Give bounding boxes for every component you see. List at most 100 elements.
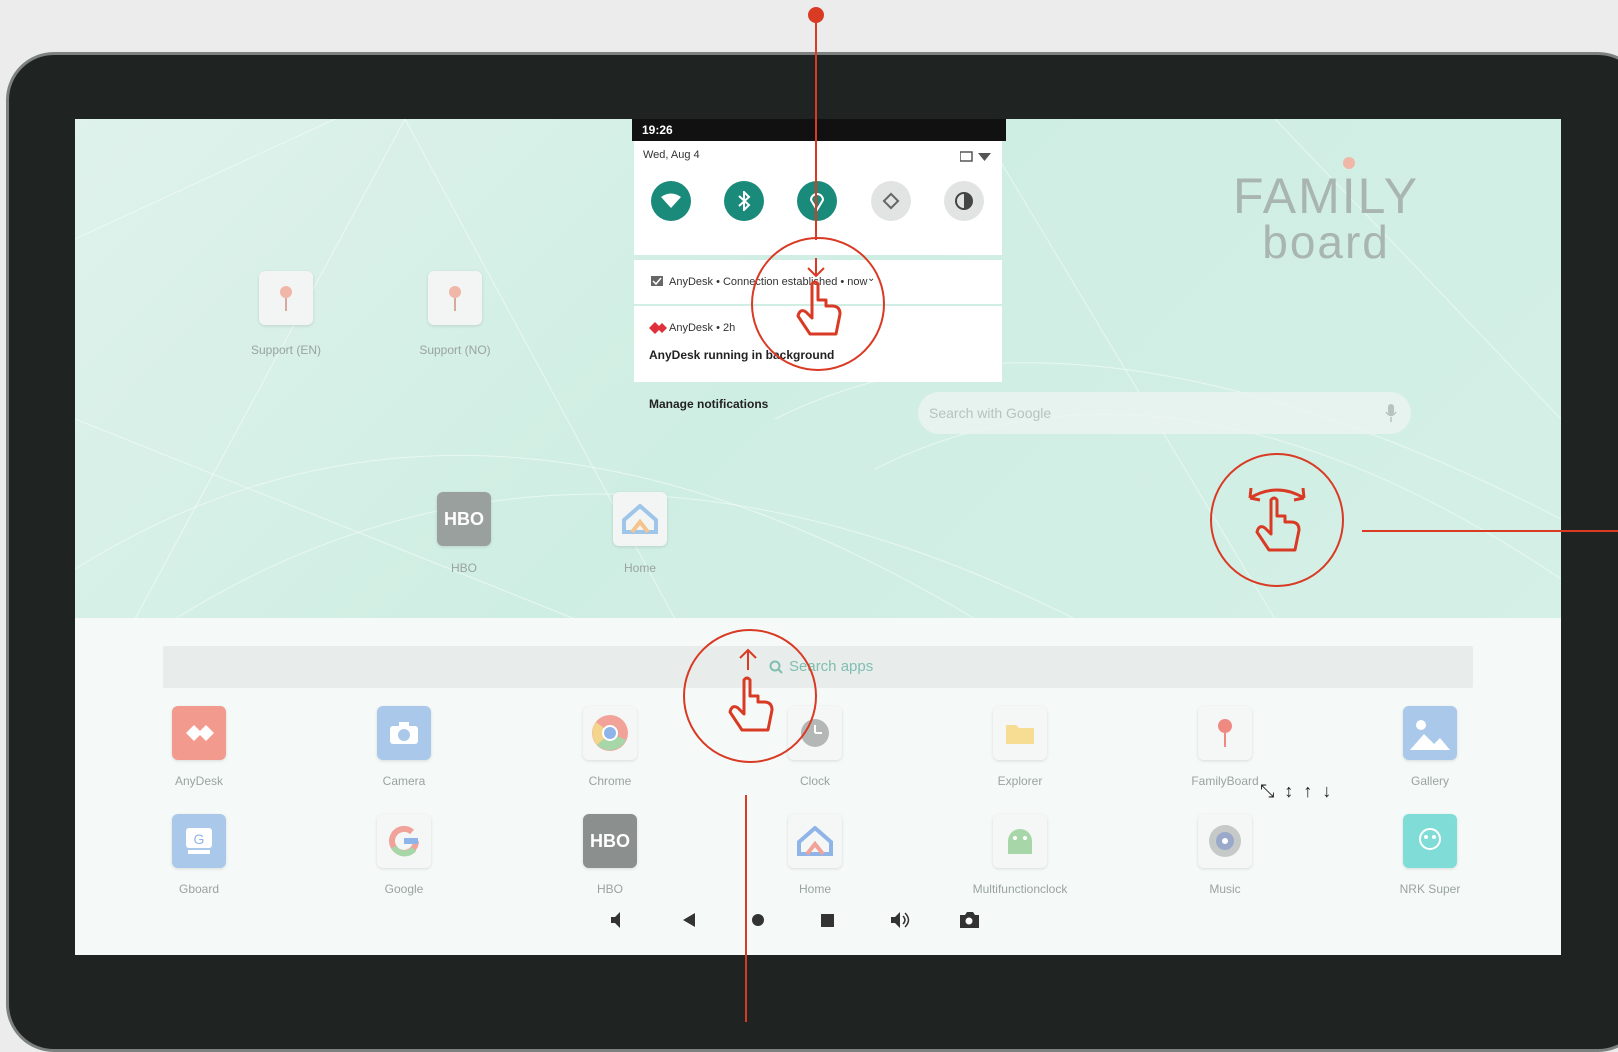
app-label: Camera (382, 774, 426, 788)
map-pin-icon (280, 286, 292, 311)
mic-icon[interactable] (1385, 404, 1397, 422)
gboard-icon: G (186, 828, 212, 854)
app-camera[interactable] (377, 706, 431, 760)
camera-icon (390, 722, 418, 744)
familyboard-logo: FAMILY board (1233, 157, 1420, 268)
app-label: Chrome (588, 774, 632, 788)
shrink-icon[interactable]: ⤡ (1260, 781, 1284, 801)
logo-line2: board (1262, 216, 1390, 268)
resize-vertical-icon[interactable]: ↕ (1284, 781, 1303, 801)
volume-up-icon[interactable] (891, 912, 900, 928)
navigation-bar (611, 912, 979, 928)
chrome-icon (592, 715, 628, 751)
app-nrk-super[interactable] (1403, 814, 1457, 868)
shortcut-home[interactable] (613, 492, 667, 546)
svg-text:G: G (194, 831, 205, 847)
app-home[interactable] (788, 814, 842, 868)
status-icons (960, 151, 991, 162)
notification-header: AnyDesk • 2h (669, 322, 736, 334)
app-label: NRK Super (1399, 882, 1461, 896)
shortcut-label: Support (EN) (250, 343, 322, 357)
back-icon[interactable] (683, 913, 695, 927)
clock-icon (801, 719, 829, 747)
auto-rotate-icon (882, 192, 900, 210)
app-label: Google (384, 882, 424, 896)
shortcut-label: Home (623, 561, 656, 575)
app-hbo[interactable]: HBO (583, 814, 637, 868)
window-controls: ⤡↕↑↓ (1260, 781, 1341, 802)
music-disc-icon (1209, 825, 1241, 857)
status-bar: 19:26 (632, 119, 1006, 141)
recents-icon[interactable] (821, 914, 834, 927)
search-apps-bar[interactable]: Search apps (163, 646, 1473, 688)
app-label: HBO (596, 882, 623, 896)
anydesk-monitor-icon (651, 276, 663, 286)
volume-down-icon[interactable] (611, 912, 620, 928)
quick-settings-panel: Wed, Aug 4 (634, 141, 1002, 255)
app-label: Home (798, 882, 831, 896)
qs-tile-bluetooth[interactable] (724, 181, 764, 221)
qs-tile-wifi[interactable] (651, 181, 691, 221)
app-label: AnyDesk (174, 774, 224, 788)
qs-tile-invert[interactable] (944, 181, 984, 221)
app-drawer: Search apps AnyDesk Camera Chrome Clock … (75, 618, 1561, 955)
bluetooth-icon (738, 191, 751, 211)
expand-chevron-icon[interactable]: ⌄ (867, 273, 875, 284)
arrow-down-icon[interactable]: ↓ (1322, 781, 1341, 801)
shortcut-support-no[interactable] (428, 271, 482, 325)
app-label: Explorer (997, 774, 1043, 788)
search-icon (769, 660, 783, 674)
shortcut-label: Support (NO) (419, 343, 491, 357)
app-gboard[interactable]: G (172, 814, 226, 868)
gallery-icon (1410, 720, 1450, 750)
anydesk-icon (186, 725, 214, 741)
qs-date: Wed, Aug 4 (643, 149, 700, 161)
app-music[interactable] (1198, 814, 1252, 868)
top-pointer-dot (808, 7, 824, 23)
app-google[interactable] (377, 814, 431, 868)
qs-tile-auto-rotate[interactable] (871, 181, 911, 221)
app-label: Clock (799, 774, 830, 788)
android-icon (1008, 829, 1032, 854)
qs-tile-location[interactable] (797, 181, 837, 221)
logo-line1: FAMILY (1233, 168, 1420, 224)
notification-header: AnyDesk • Connection established • now (669, 276, 868, 288)
app-gallery[interactable] (1403, 706, 1457, 760)
google-search-placeholder: Search with Google (929, 405, 1052, 421)
location-icon (809, 193, 825, 211)
cast-icon (960, 151, 973, 162)
search-apps-placeholder: Search apps (789, 658, 874, 675)
familyboard-pin-icon (1218, 719, 1232, 747)
notification-connection[interactable]: AnyDesk • Connection established • now ⌄ (634, 260, 1002, 304)
manage-notifications-link[interactable]: Manage notifications (649, 397, 768, 411)
app-label: Gboard (178, 882, 220, 896)
google-home-icon (797, 826, 833, 856)
app-anydesk[interactable] (172, 706, 226, 760)
app-chrome[interactable] (583, 706, 637, 760)
app-familyboard[interactable] (1198, 706, 1252, 760)
shortcut-hbo[interactable]: HBO (437, 492, 491, 546)
hbo-logo-text: HBO (590, 830, 630, 851)
hbo-logo-text: HBO (444, 508, 484, 529)
folder-icon (1006, 725, 1034, 744)
home-icon[interactable] (752, 914, 764, 926)
notification-background[interactable]: AnyDesk • 2h AnyDesk running in backgrou… (634, 306, 1002, 382)
invert-colors-icon (955, 192, 973, 210)
app-label: Gallery (1410, 774, 1449, 788)
app-label: Music (1209, 882, 1241, 896)
app-multifunctionclock[interactable] (993, 814, 1047, 868)
shortcut-label: HBO (450, 561, 477, 575)
map-pin-icon (449, 286, 461, 311)
app-label: Multifunctionclock (972, 882, 1068, 896)
google-search-bar[interactable]: Search with Google (918, 392, 1411, 434)
wifi-icon (661, 193, 681, 208)
nrk-super-icon (1419, 828, 1441, 850)
app-explorer[interactable] (993, 706, 1047, 760)
shortcut-support-en[interactable] (259, 271, 313, 325)
arrow-up-icon[interactable]: ↑ (1303, 781, 1322, 801)
status-time: 19:26 (642, 123, 673, 137)
app-clock[interactable] (788, 706, 842, 760)
google-icon (389, 825, 419, 857)
wifi-status-icon (978, 153, 991, 161)
google-home-icon (622, 504, 658, 534)
